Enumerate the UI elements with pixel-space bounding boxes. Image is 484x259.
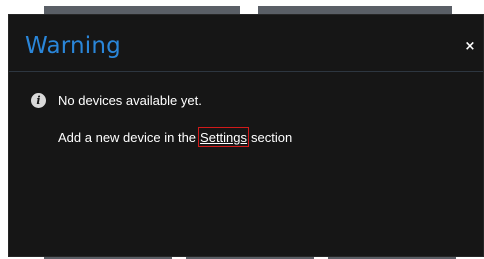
dialog-title: Warning	[25, 33, 121, 59]
message-row: i No devices available yet.	[31, 93, 202, 108]
warning-dialog: Warning × i No devices available yet. Ad…	[8, 14, 484, 257]
hint-row: Add a new device in the Settings section	[58, 127, 292, 147]
close-icon[interactable]: ×	[463, 40, 477, 54]
settings-link[interactable]: Settings	[198, 127, 250, 147]
dialog-header: Warning ×	[9, 15, 483, 72]
hint-suffix: section	[251, 129, 293, 145]
info-icon: i	[31, 93, 46, 108]
hint-prefix: Add a new device in the	[58, 129, 197, 145]
message-text: No devices available yet.	[58, 93, 202, 108]
